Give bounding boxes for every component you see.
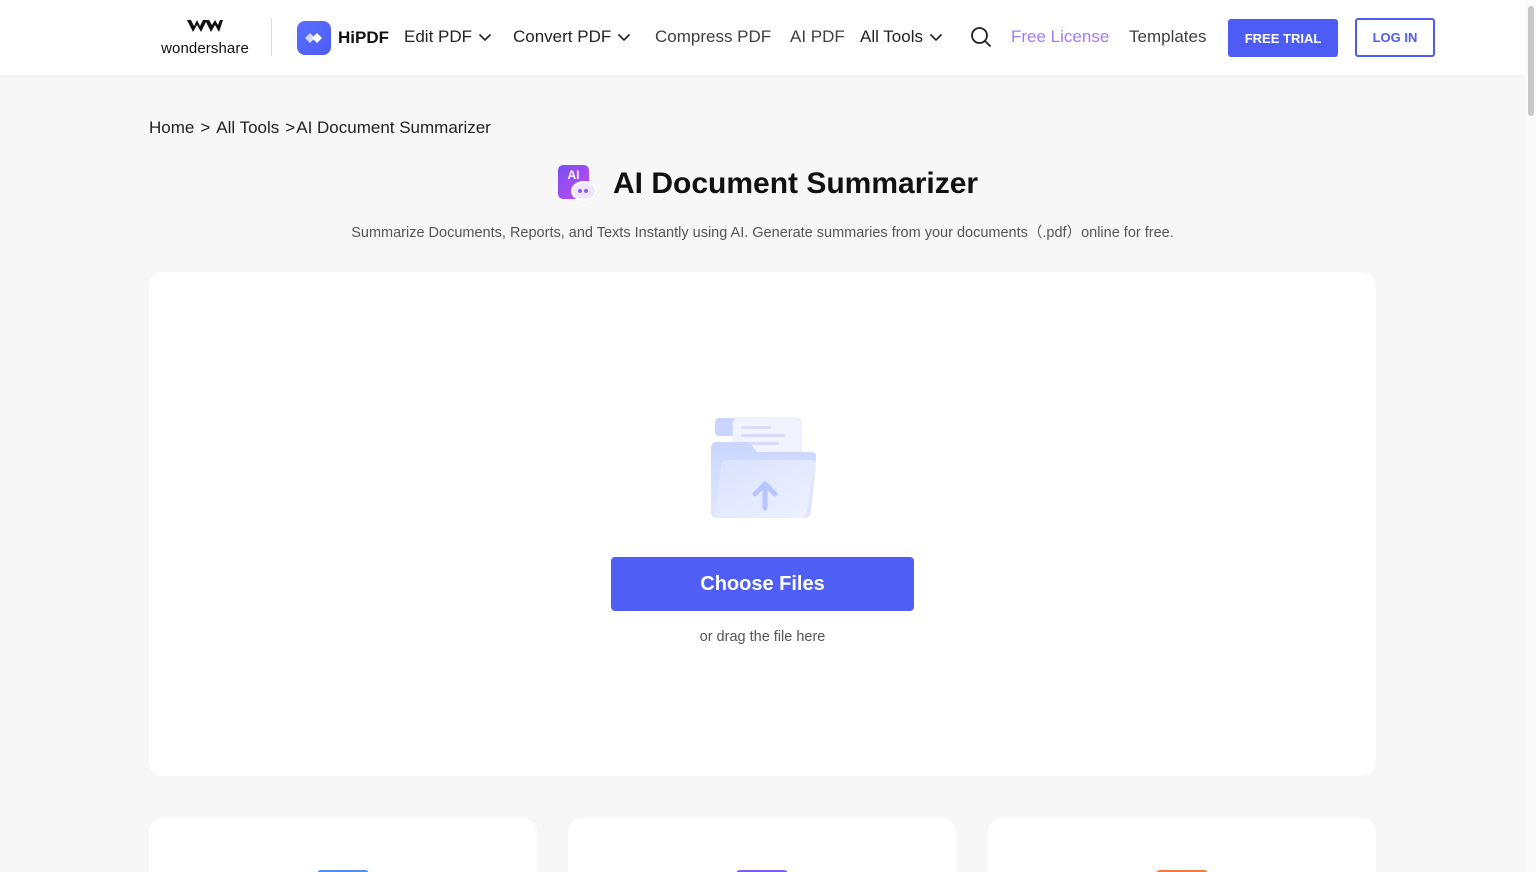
log-in-button[interactable]: LOG IN [1355,18,1435,57]
nav-edit-pdf[interactable]: Edit PDF [404,27,492,47]
chevron-down-icon [478,33,492,42]
page-title-row: AI AI Document Summarizer [557,163,978,205]
page-subtitle: Summarize Documents, Reports, and Texts … [351,225,1174,241]
drag-file-hint: or drag the file here [699,629,826,645]
wondershare-logo[interactable]: wondershare [150,16,260,62]
nav-free-license[interactable]: Free License [1011,27,1109,47]
hipdf-logo-icon [297,21,331,55]
chevron-down-icon [618,33,631,42]
choose-files-button[interactable]: Choose Files [611,557,914,611]
ai-summarizer-icon: AI [557,163,599,205]
breadcrumb-home[interactable]: Home [149,118,194,138]
feature-card [568,818,956,872]
page-title: AI Document Summarizer [613,167,979,200]
nav-convert-pdf-label: Convert PDF [513,27,612,46]
nav-compress-pdf[interactable]: Compress PDF [655,27,771,47]
wondershare-wordmark: wondershare [161,40,249,57]
nav-convert-pdf[interactable]: Convert PDF [513,27,631,47]
page-scrollbar[interactable] [1525,0,1536,872]
nav-edit-pdf-label: Edit PDF [404,27,473,46]
breadcrumb-separator: > [285,118,296,137]
feature-card [149,818,537,872]
free-trial-button[interactable]: FREE TRIAL [1228,19,1338,57]
nav-ai-pdf[interactable]: AI PDF [790,27,845,47]
breadcrumb-separator: > [200,118,211,137]
wondershare-mark-icon [187,20,223,32]
feature-card [988,818,1376,872]
nav-all-tools-label: All Tools [860,27,923,46]
breadcrumb-current: AI Document Summarizer [296,118,491,137]
nav-all-tools[interactable]: All Tools [860,27,943,47]
upload-drop-zone[interactable] [149,272,1376,776]
hipdf-logo[interactable]: HiPDF [297,21,389,55]
breadcrumb: Home > All Tools > AI Document Summarize… [149,118,491,138]
scrollbar-thumb[interactable] [1528,6,1534,116]
breadcrumb-all-tools[interactable]: All Tools [216,118,279,138]
header-divider [271,18,272,56]
chevron-down-icon [929,33,943,42]
hipdf-product-name: HiPDF [338,28,389,47]
search-icon[interactable] [970,26,992,48]
ai-badge-text: AI [568,168,580,182]
nav-templates[interactable]: Templates [1129,27,1206,47]
upload-folder-icon [711,417,817,518]
top-navigation-bar: wondershare HiPDF Edit PDF Convert PDF C… [0,0,1525,75]
